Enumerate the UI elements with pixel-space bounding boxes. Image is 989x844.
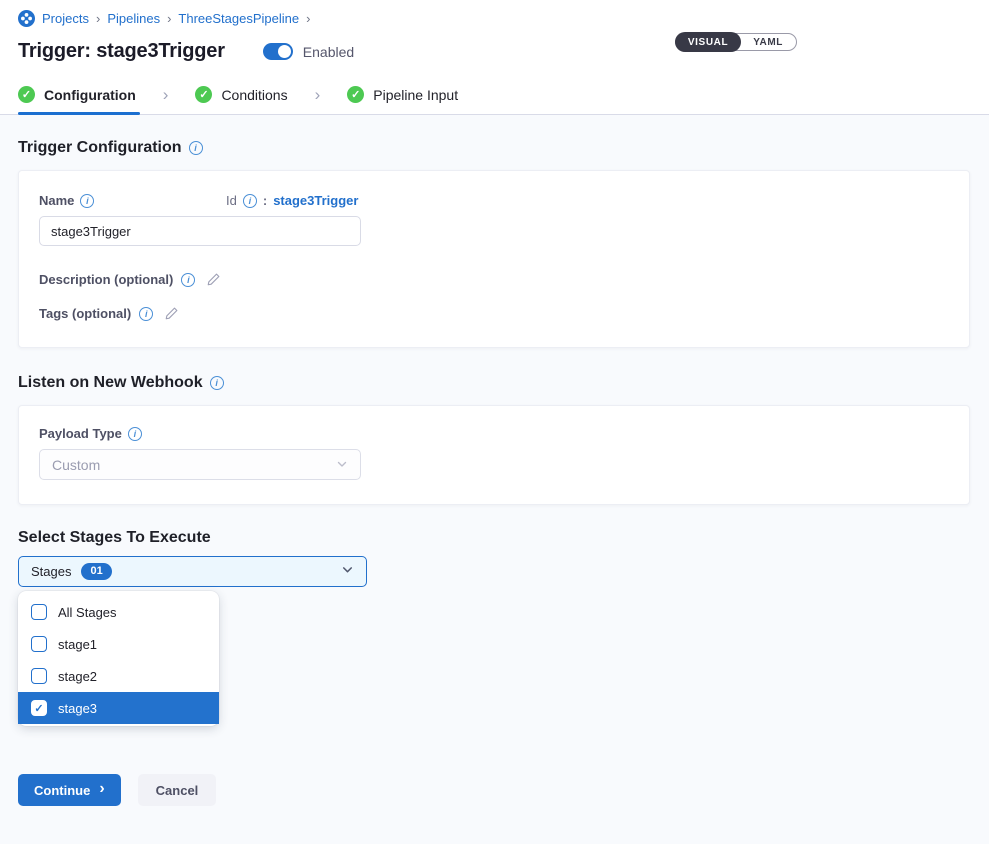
webhook-heading: Listen on New Webhook i <box>18 374 970 392</box>
footer-actions: Continue › Cancel <box>18 774 970 806</box>
trigger-id-value[interactable]: stage3Trigger <box>273 193 358 208</box>
tab-label: Configuration <box>44 87 136 103</box>
chevron-down-icon <box>336 457 348 473</box>
stages-select-label: Stages <box>31 564 71 579</box>
visual-yaml-switch: VISUAL YAML <box>675 33 797 51</box>
trigger-configuration-heading: Trigger Configuration i <box>18 139 970 157</box>
breadcrumb-projects[interactable]: Projects <box>42 11 89 26</box>
breadcrumb-pipelines[interactable]: Pipelines <box>107 11 160 26</box>
cancel-label: Cancel <box>156 783 199 798</box>
enabled-label: Enabled <box>303 44 354 60</box>
payload-type-label: Payload Type <box>39 426 122 441</box>
option-label: stage2 <box>58 669 97 684</box>
heading-text: Trigger Configuration <box>18 139 182 157</box>
info-icon[interactable]: i <box>210 376 224 390</box>
trigger-configuration-card: Name i Id i : stage3Trigger Description … <box>18 170 970 348</box>
info-icon[interactable]: i <box>80 194 94 208</box>
breadcrumb: Projects › Pipelines › ThreeStagesPipeli… <box>18 10 971 27</box>
info-icon[interactable]: i <box>139 307 153 321</box>
main-content: Trigger Configuration i Name i Id i : st… <box>0 115 989 844</box>
option-label: All Stages <box>58 605 117 620</box>
check-circle-icon: ✓ <box>18 86 35 103</box>
stage-option-stage1[interactable]: ✓ stage1 <box>18 628 219 660</box>
cancel-button[interactable]: Cancel <box>138 774 217 806</box>
payload-type-value: Custom <box>52 457 100 473</box>
visual-toggle-button[interactable]: VISUAL <box>675 32 741 52</box>
webhook-card: Payload Type i Custom <box>18 405 970 505</box>
description-label: Description (optional) <box>39 272 173 287</box>
select-stages-heading: Select Stages To Execute <box>18 529 970 547</box>
checkbox-checked[interactable]: ✓ <box>31 700 47 716</box>
stage-option-all-stages[interactable]: ✓ All Stages <box>18 596 219 628</box>
checkbox-unchecked[interactable]: ✓ <box>31 636 47 652</box>
checkbox-unchecked[interactable]: ✓ <box>31 668 47 684</box>
chevron-right-icon: › <box>96 11 100 26</box>
payload-type-select[interactable]: Custom <box>39 449 361 480</box>
continue-button[interactable]: Continue › <box>18 774 121 806</box>
check-circle-icon: ✓ <box>347 86 364 103</box>
breadcrumb-pipeline-name[interactable]: ThreeStagesPipeline <box>178 11 299 26</box>
info-icon[interactable]: i <box>189 141 203 155</box>
tab-label: Conditions <box>221 87 287 103</box>
stage-option-stage3[interactable]: ✓ stage3 <box>18 692 219 724</box>
info-icon[interactable]: i <box>128 427 142 441</box>
id-label: Id <box>226 193 237 208</box>
wizard-tab-bar: ✓ Configuration › ✓ Conditions › ✓ Pipel… <box>0 75 989 115</box>
tab-configuration[interactable]: ✓ Configuration <box>18 75 136 114</box>
stage-option-stage2[interactable]: ✓ stage2 <box>18 660 219 692</box>
info-icon[interactable]: i <box>243 194 257 208</box>
projects-grid-icon <box>18 10 35 27</box>
chevron-down-icon <box>341 563 354 581</box>
edit-pencil-icon[interactable] <box>164 306 179 321</box>
chevron-right-icon: › <box>306 11 310 26</box>
enabled-toggle[interactable] <box>263 43 293 60</box>
stages-multiselect[interactable]: Stages 01 <box>18 556 367 587</box>
heading-text: Select Stages To Execute <box>18 529 211 547</box>
id-separator: : <box>263 193 267 208</box>
option-label: stage3 <box>58 701 97 716</box>
trigger-name-input[interactable] <box>39 216 361 246</box>
chevron-right-icon: › <box>99 780 104 798</box>
checkbox-unchecked[interactable]: ✓ <box>31 604 47 620</box>
toggle-knob <box>278 45 291 58</box>
edit-pencil-icon[interactable] <box>206 272 221 287</box>
info-icon[interactable]: i <box>181 273 195 287</box>
page-header: Projects › Pipelines › ThreeStagesPipeli… <box>0 0 989 75</box>
yaml-toggle-button[interactable]: YAML <box>740 33 796 51</box>
heading-text: Listen on New Webhook <box>18 374 203 392</box>
selected-count-badge: 01 <box>81 563 111 580</box>
tags-label: Tags (optional) <box>39 306 131 321</box>
name-field-label: Name <box>39 193 74 208</box>
page-title: Trigger: stage3Trigger <box>18 40 225 63</box>
stages-dropdown-menu: ✓ All Stages ✓ stage1 ✓ stage2 ✓ stage3 <box>18 591 219 726</box>
chevron-right-icon: › <box>163 85 169 105</box>
check-circle-icon: ✓ <box>195 86 212 103</box>
option-label: stage1 <box>58 637 97 652</box>
chevron-right-icon: › <box>315 85 321 105</box>
tab-label: Pipeline Input <box>373 87 458 103</box>
chevron-right-icon: › <box>167 11 171 26</box>
tab-pipeline-input[interactable]: ✓ Pipeline Input <box>347 75 458 114</box>
tab-conditions[interactable]: ✓ Conditions <box>195 75 287 114</box>
continue-label: Continue <box>34 783 90 798</box>
